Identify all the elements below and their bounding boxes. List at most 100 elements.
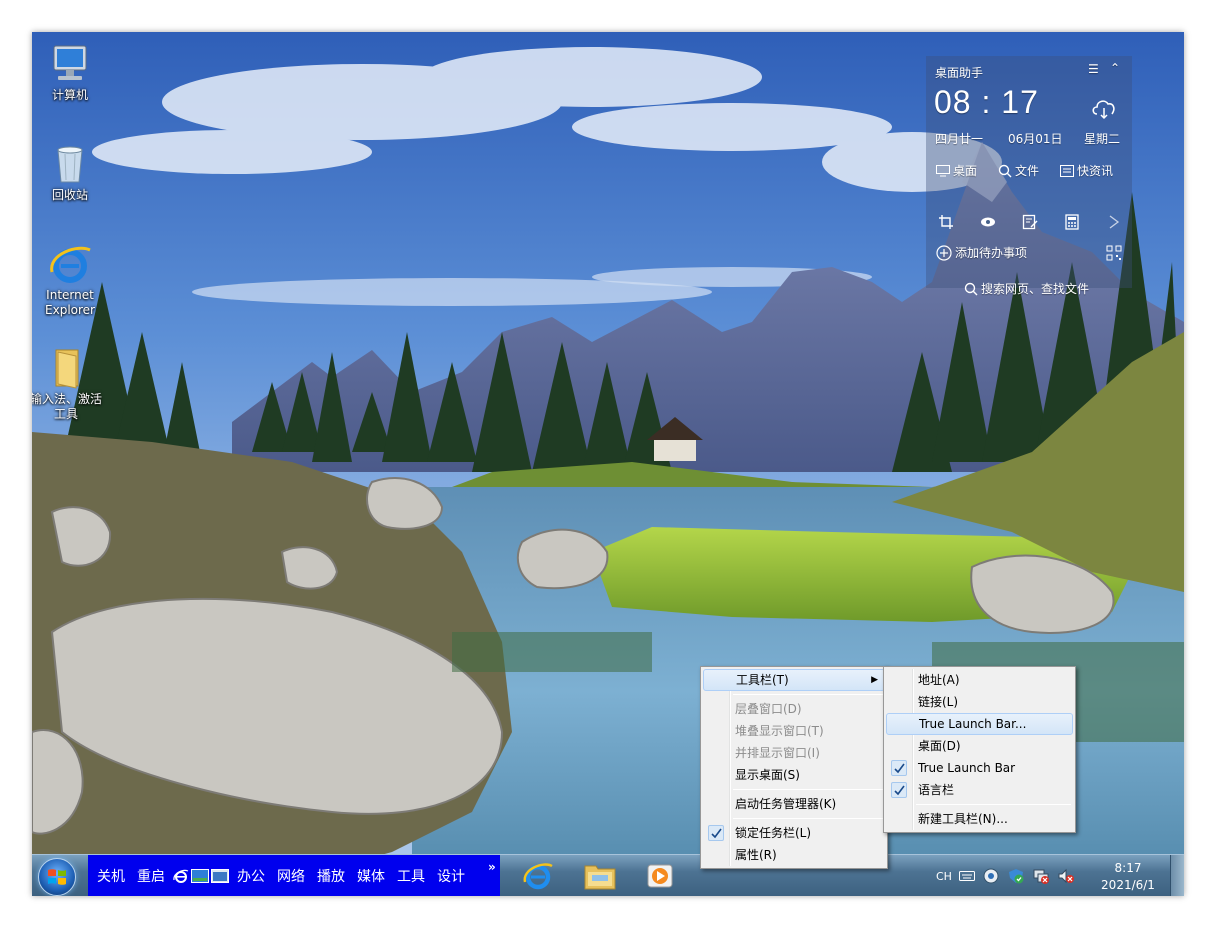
file-explorer-folder-icon bbox=[584, 865, 616, 890]
menu-item-show-desktop[interactable]: 显示桌面(S) bbox=[703, 764, 885, 786]
ie-small-icon[interactable] bbox=[173, 868, 189, 884]
widget-link-label: 桌面 bbox=[953, 164, 978, 178]
recycle-bin-icon bbox=[57, 146, 83, 183]
quick-launch-play[interactable]: 播放 bbox=[311, 866, 351, 886]
search-icon bbox=[998, 164, 1012, 177]
security-gear-icon[interactable] bbox=[982, 867, 1000, 885]
widget-link-news[interactable]: 快资讯 bbox=[1060, 162, 1113, 179]
eye-icon[interactable] bbox=[980, 214, 996, 230]
menu-item-label: True Launch Bar bbox=[918, 761, 1016, 775]
computer-icon bbox=[53, 45, 87, 80]
show-desktop-button[interactable] bbox=[1170, 855, 1184, 896]
menu-item-task-manager[interactable]: 启动任务管理器(K) bbox=[703, 793, 885, 815]
desktop-icon-label: 计算机 bbox=[51, 88, 88, 102]
desktop-small-icon[interactable] bbox=[191, 869, 209, 883]
network-disconnected-icon[interactable] bbox=[1032, 867, 1050, 885]
taskbar-app-internet-explorer[interactable] bbox=[514, 857, 562, 895]
news-icon bbox=[1060, 164, 1074, 177]
menu-item-lock-taskbar[interactable]: 锁定任务栏(L) bbox=[703, 822, 885, 844]
menu-separator bbox=[733, 789, 883, 790]
windows-logo-icon bbox=[48, 869, 66, 885]
quick-launch-tools[interactable]: 工具 bbox=[391, 866, 431, 886]
collapse-icon[interactable]: ⌃ bbox=[1110, 61, 1120, 75]
menu-item-stack-windows[interactable]: 堆叠显示窗口(T) bbox=[703, 720, 885, 742]
taskbar-context-menu: 工具栏(T) ▶ 层叠窗口(D) 堆叠显示窗口(T) 并排显示窗口(I) 显示桌… bbox=[700, 666, 888, 869]
search-icon bbox=[964, 282, 978, 295]
quick-launch-design[interactable]: 设计 bbox=[431, 866, 471, 886]
desktop-icon-recycle-bin[interactable]: 回收站 bbox=[32, 142, 108, 203]
submenu-item-true-launch-bar[interactable]: True Launch Bar bbox=[886, 757, 1073, 779]
submenu-item-new-toolbar[interactable]: 新建工具栏(N)... bbox=[886, 808, 1073, 830]
desktop-icon-computer[interactable]: 计算机 bbox=[32, 42, 108, 103]
widget-date: 06月01日 bbox=[1008, 132, 1063, 146]
menu-item-side-by-side-windows[interactable]: 并排显示窗口(I) bbox=[703, 742, 885, 764]
menu-item-label: 锁定任务栏(L) bbox=[735, 826, 812, 840]
desktop-screen: 计算机 回收站 Internet Explorer 输入法、激活 工具 桌面助手… bbox=[32, 32, 1184, 896]
note-edit-icon[interactable] bbox=[1022, 214, 1038, 230]
menu-item-label: 桌面(D) bbox=[918, 739, 961, 753]
toolbars-submenu: 地址(A) 链接(L) True Launch Bar... 桌面(D) Tru… bbox=[883, 666, 1076, 833]
widget-weekday: 星期二 bbox=[1084, 132, 1121, 146]
desktop-icon-input-tools-folder[interactable]: 输入法、激活 工具 bbox=[32, 346, 104, 422]
qr-code-icon[interactable] bbox=[1106, 245, 1122, 261]
checkmark-icon bbox=[708, 825, 724, 841]
menu-item-label: 语言栏 bbox=[918, 783, 955, 797]
taskbar-app-file-explorer[interactable] bbox=[576, 857, 624, 895]
menu-item-cascade-windows[interactable]: 层叠窗口(D) bbox=[703, 698, 885, 720]
desktop-icon-label-line2: 工具 bbox=[53, 407, 78, 421]
quick-launch-restart[interactable]: 重启 bbox=[131, 866, 171, 886]
shield-check-icon[interactable] bbox=[1007, 867, 1025, 885]
submenu-item-true-launch-bar-settings[interactable]: True Launch Bar... bbox=[886, 713, 1073, 735]
submenu-arrow-icon: ▶ bbox=[871, 675, 878, 685]
quick-launch-office[interactable]: 办公 bbox=[231, 866, 271, 886]
desktop-icon-label-line1: Internet bbox=[46, 288, 94, 302]
monitor-icon bbox=[936, 164, 950, 176]
weather-cloud-icon[interactable] bbox=[1090, 94, 1118, 122]
menu-icon[interactable]: ☰ bbox=[1088, 62, 1099, 76]
calculator-icon[interactable] bbox=[1064, 214, 1080, 230]
crop-icon[interactable] bbox=[938, 214, 954, 230]
menu-item-label: 链接(L) bbox=[918, 695, 959, 709]
add-todo-button[interactable]: 添加待办事项 bbox=[936, 244, 1027, 261]
expand-arrow-icon[interactable] bbox=[1106, 214, 1122, 230]
internet-explorer-icon bbox=[523, 863, 553, 890]
quick-launch-overflow-chevron[interactable]: » bbox=[488, 860, 496, 874]
volume-muted-icon[interactable] bbox=[1057, 867, 1075, 885]
clock-date: 2021/6/1 bbox=[1101, 878, 1155, 892]
menu-item-label: 堆叠显示窗口(T) bbox=[735, 724, 824, 738]
menu-item-label: True Launch Bar... bbox=[919, 717, 1027, 731]
taskbar-clock[interactable]: 8:17 2021/6/1 bbox=[1098, 860, 1158, 894]
widget-link-label: 文件 bbox=[1015, 164, 1040, 178]
submenu-item-links[interactable]: 链接(L) bbox=[886, 691, 1073, 713]
true-launch-bar: 关机 重启 办公 网络 播放 媒体 工具 设计 » bbox=[88, 855, 500, 896]
desktop-icon-internet-explorer[interactable]: Internet Explorer bbox=[32, 242, 108, 318]
menu-item-properties[interactable]: 属性(R) bbox=[703, 844, 885, 866]
quick-launch-media[interactable]: 媒体 bbox=[351, 866, 391, 886]
system-tray: CH bbox=[936, 855, 1075, 896]
menu-item-toolbars[interactable]: 工具栏(T) ▶ bbox=[703, 669, 885, 691]
submenu-item-desktop[interactable]: 桌面(D) bbox=[886, 735, 1073, 757]
menu-item-label: 属性(R) bbox=[735, 848, 777, 862]
widget-link-files[interactable]: 文件 bbox=[998, 162, 1039, 179]
widget-clock: 08 : 17 bbox=[934, 84, 1039, 120]
quick-launch-shutdown[interactable]: 关机 bbox=[91, 866, 131, 886]
menu-item-label: 地址(A) bbox=[918, 673, 960, 687]
taskbar-app-media-player[interactable] bbox=[636, 857, 684, 895]
taskbar: 关机 重启 办公 网络 播放 媒体 工具 设计 » CH 8:17 2021/6… bbox=[32, 854, 1184, 896]
widget-search-box[interactable]: 搜索网页、查找文件 bbox=[964, 280, 1089, 297]
submenu-item-address[interactable]: 地址(A) bbox=[886, 669, 1073, 691]
menu-item-label: 启动任务管理器(K) bbox=[735, 797, 837, 811]
internet-explorer-icon bbox=[50, 246, 91, 283]
menu-item-label: 新建工具栏(N)... bbox=[918, 812, 1008, 826]
submenu-item-language-bar[interactable]: 语言栏 bbox=[886, 779, 1073, 801]
add-todo-label: 添加待办事项 bbox=[955, 246, 1028, 260]
keyboard-icon[interactable] bbox=[958, 870, 975, 882]
menu-separator bbox=[733, 694, 883, 695]
start-button[interactable] bbox=[38, 858, 76, 896]
widget-link-label: 快资讯 bbox=[1077, 164, 1114, 178]
widget-link-desktop[interactable]: 桌面 bbox=[936, 162, 977, 179]
checkmark-icon bbox=[891, 760, 907, 776]
window-switch-icon[interactable] bbox=[211, 869, 229, 883]
quick-launch-network[interactable]: 网络 bbox=[271, 866, 311, 886]
language-indicator[interactable]: CH bbox=[936, 870, 952, 883]
